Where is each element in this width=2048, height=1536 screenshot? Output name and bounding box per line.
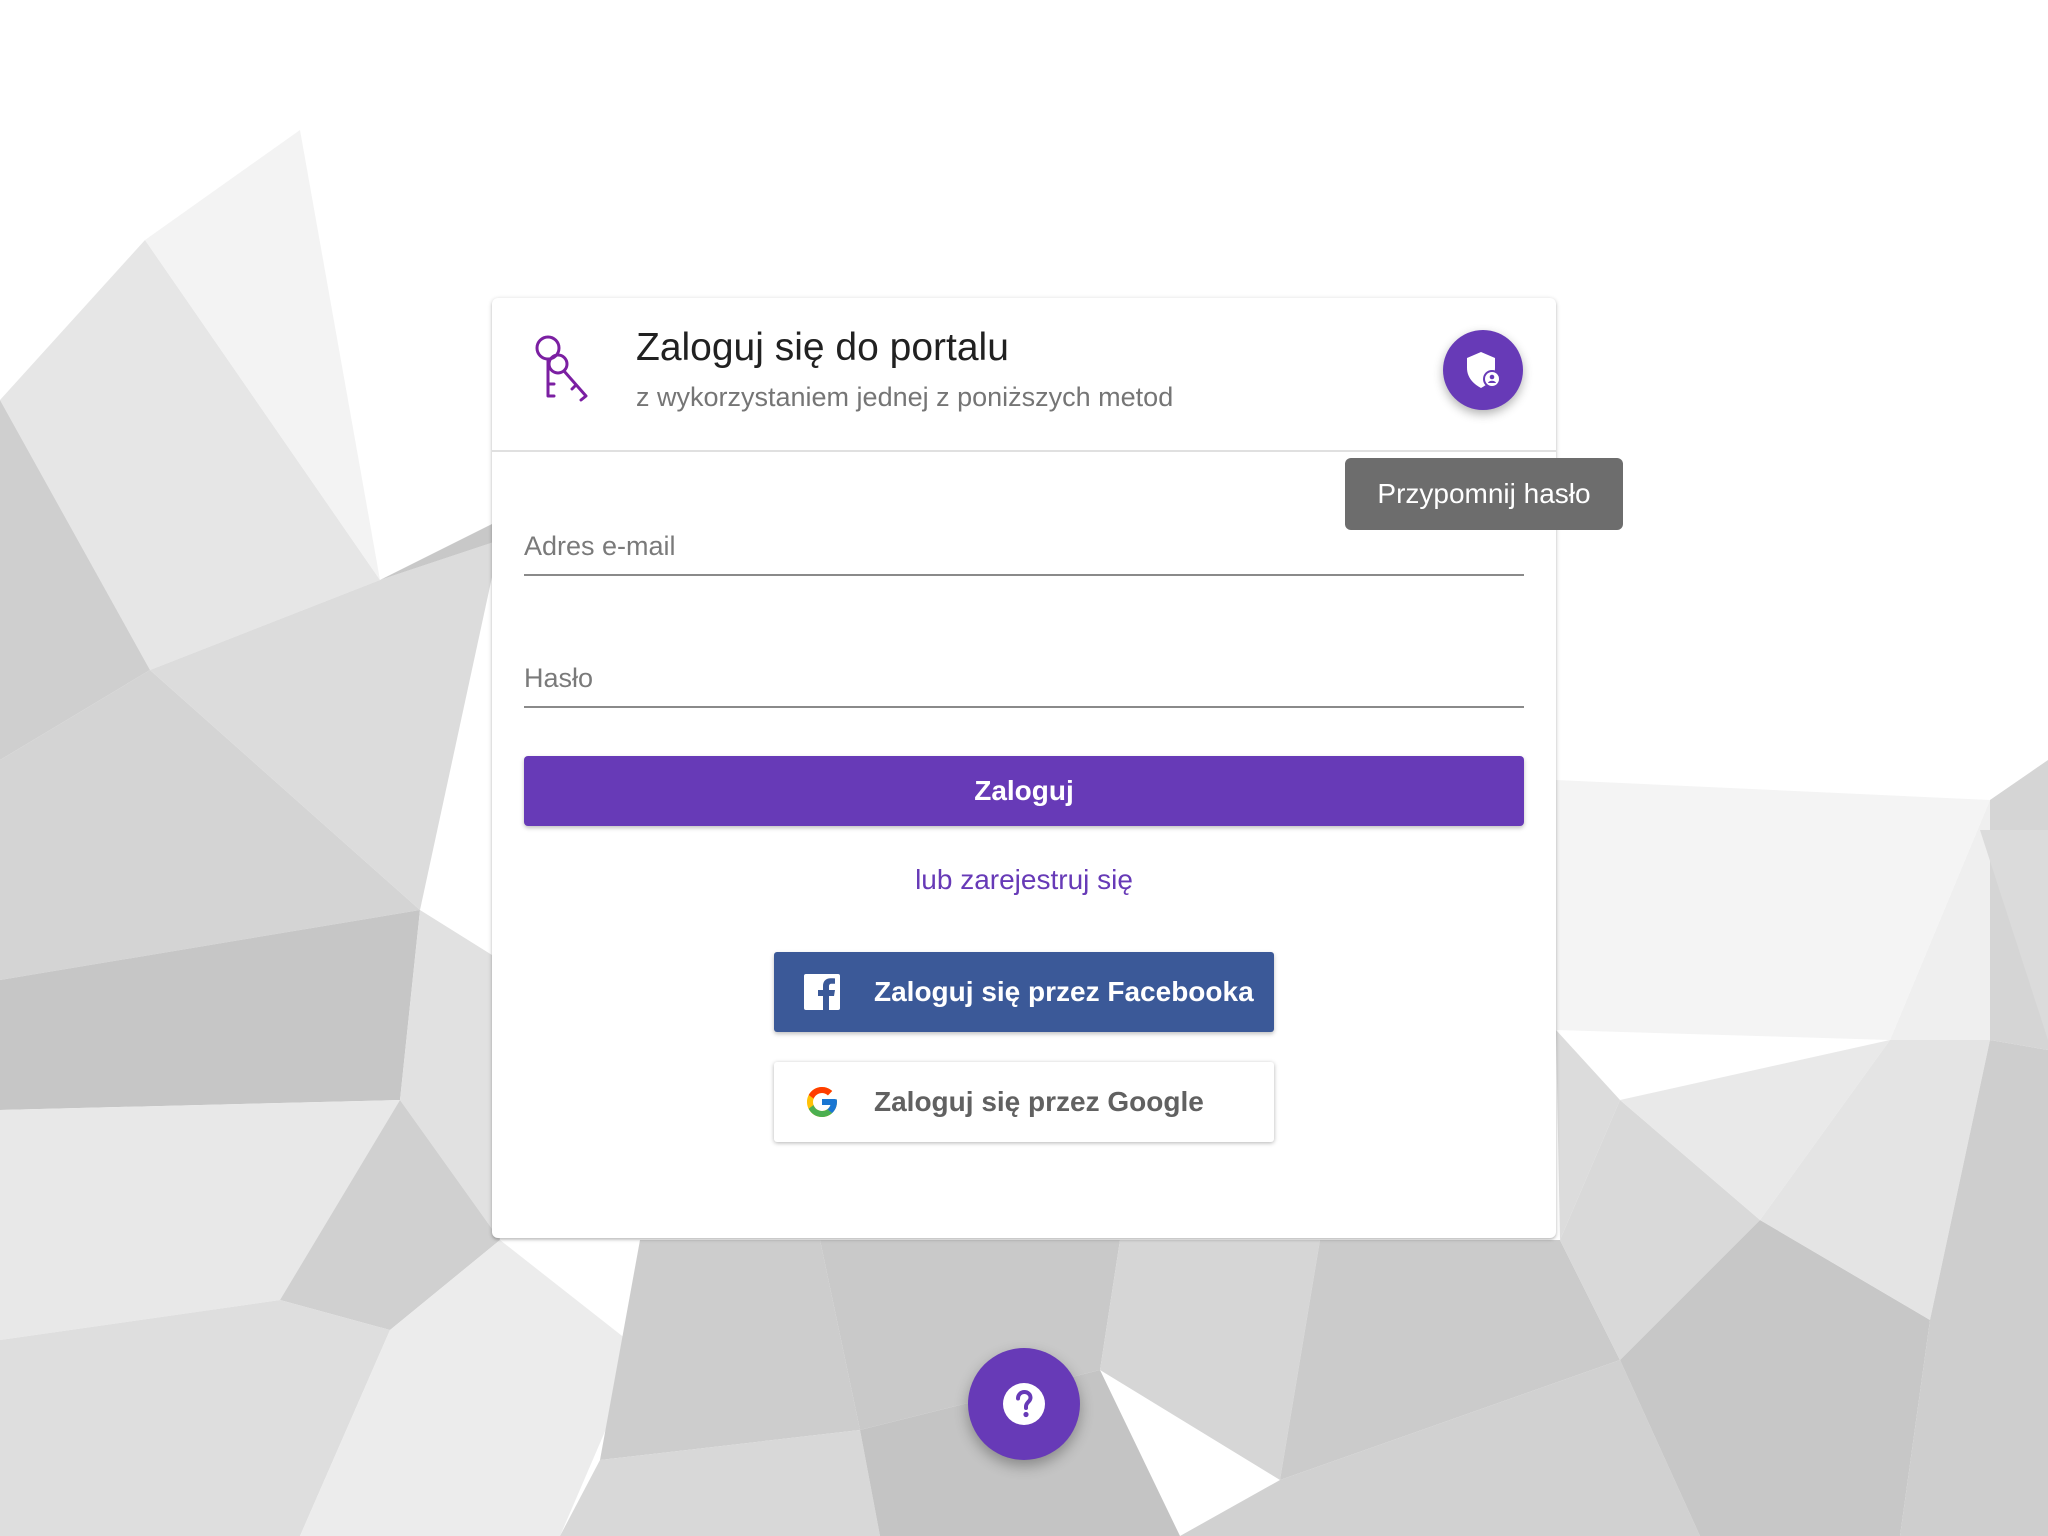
remind-password-tooltip: Przypomnij hasło — [1345, 458, 1623, 530]
help-icon — [1003, 1383, 1045, 1425]
google-login-label: Zaloguj się przez Google — [874, 1086, 1204, 1117]
keys-icon — [535, 335, 588, 402]
page-subtitle: z wykorzystaniem jednej z poniższych met… — [636, 382, 1174, 412]
facebook-login-button[interactable]: Zaloguj się przez Facebooka — [774, 952, 1274, 1032]
remind-password-button[interactable] — [1443, 330, 1523, 410]
register-link[interactable]: lub zarejestruj się — [492, 864, 1556, 896]
password-field[interactable] — [524, 642, 1524, 708]
email-input[interactable] — [524, 526, 1524, 566]
register-link-label[interactable]: lub zarejestruj się — [915, 864, 1133, 895]
page-title: Zaloguj się do portalu — [636, 326, 1009, 369]
facebook-icon — [804, 974, 840, 1010]
shield-account-icon — [1467, 352, 1501, 388]
facebook-login-label: Zaloguj się przez Facebooka — [874, 976, 1254, 1007]
login-button[interactable]: Zaloguj — [524, 756, 1524, 826]
google-icon — [807, 1087, 837, 1117]
password-input[interactable] — [524, 658, 1524, 698]
card-header: Zaloguj się do portalu z wykorzystaniem … — [492, 298, 1556, 452]
help-button[interactable] — [968, 1348, 1080, 1460]
google-login-button[interactable]: Zaloguj się przez Google — [774, 1062, 1274, 1142]
login-card: Zaloguj się do portalu z wykorzystaniem … — [492, 298, 1556, 1238]
